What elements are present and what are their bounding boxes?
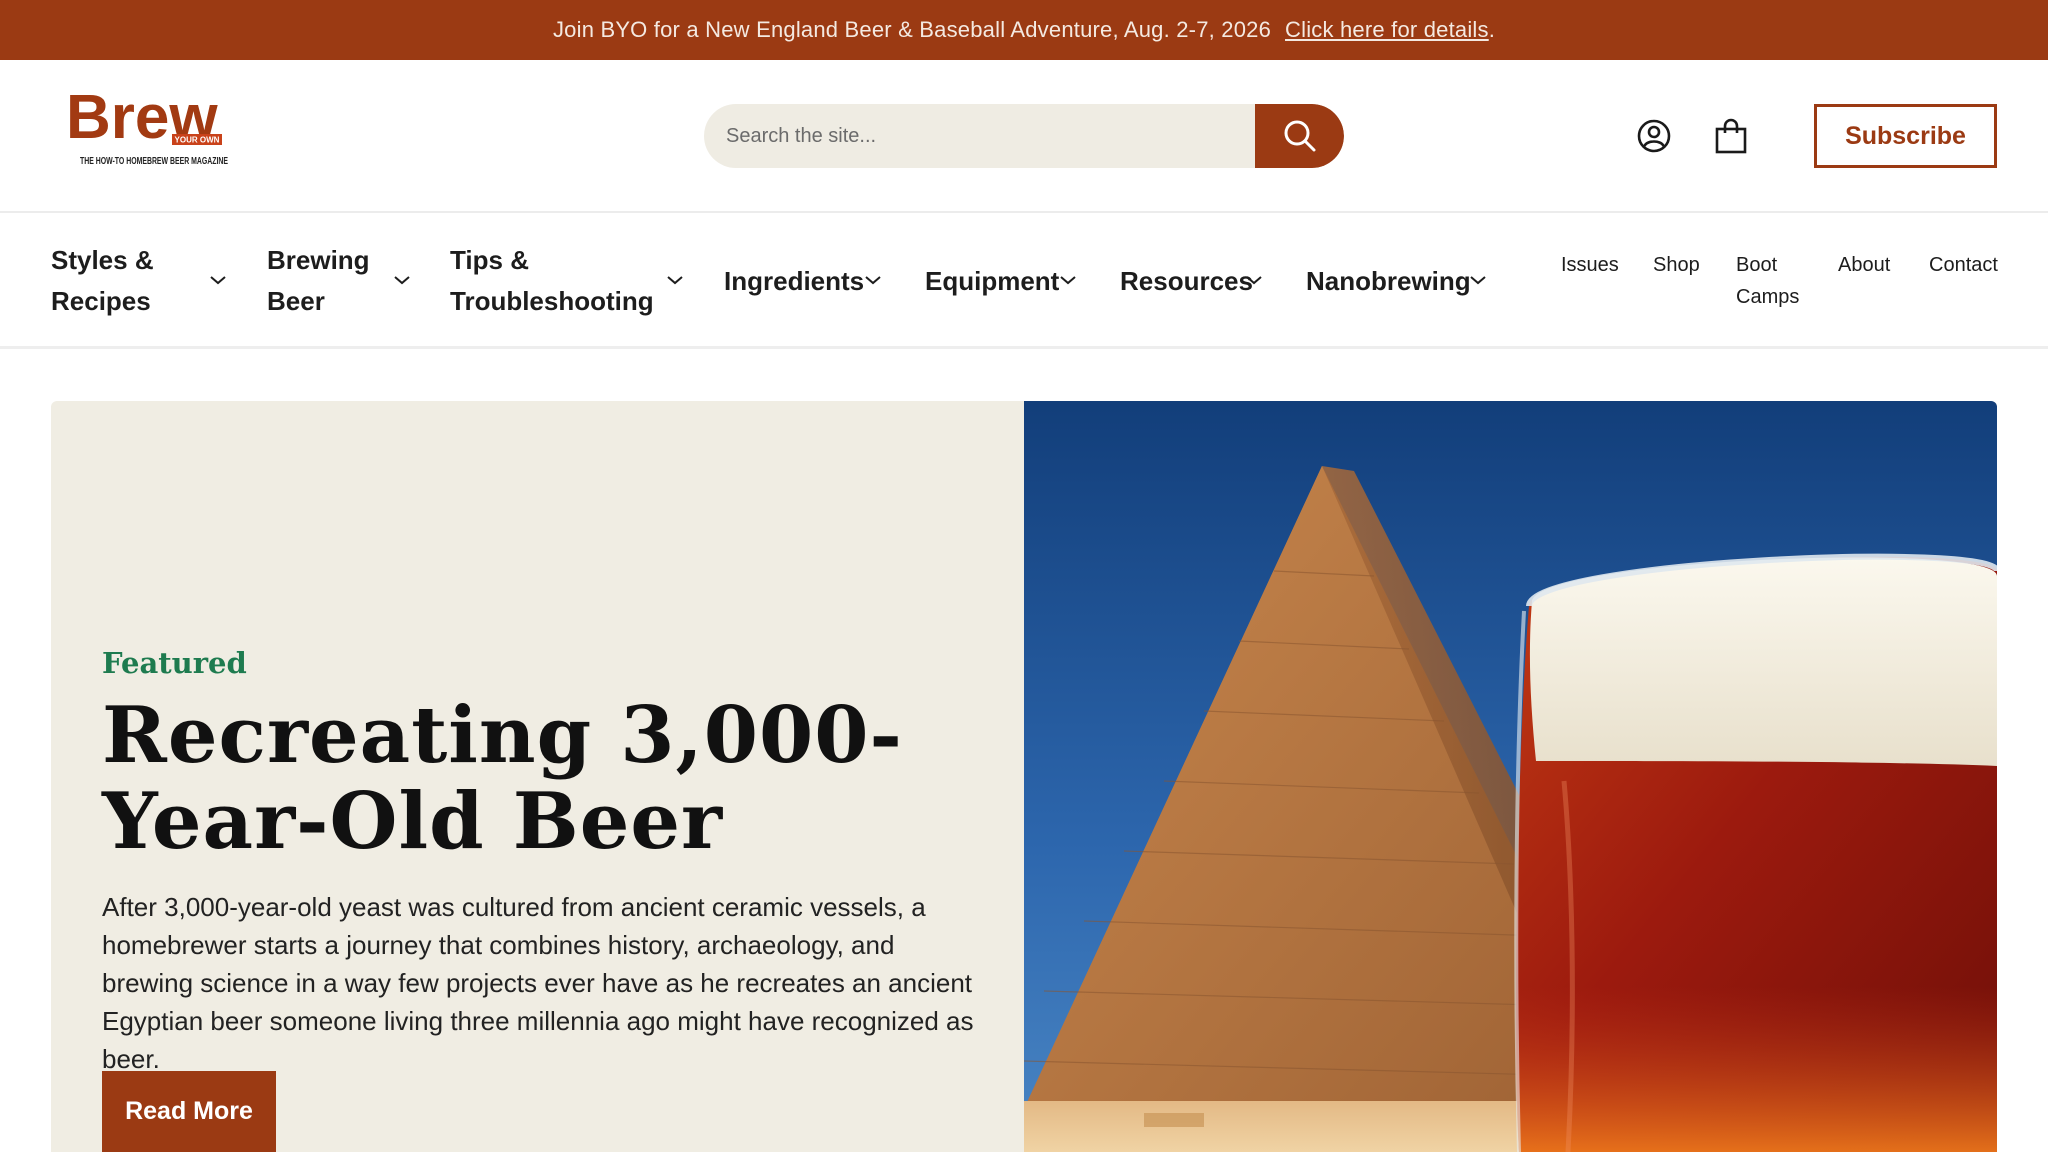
main-nav: Styles & Recipes Brewing Beer Tips & Tro… xyxy=(0,213,2048,349)
nav-sec-label: Camps xyxy=(1736,286,1800,308)
nav-label: Resources xyxy=(1120,265,1253,296)
hero-text-panel: Featured Recreating 3,000-Year-Old Beer … xyxy=(51,401,1024,1152)
chevron-down-icon[interactable] xyxy=(393,271,411,289)
nav-link-shop[interactable]: Shop xyxy=(1653,213,1700,349)
nav-label: Ingredients xyxy=(724,265,865,296)
account-icon xyxy=(1637,119,1671,153)
search-input[interactable] xyxy=(704,104,1255,168)
account-button[interactable] xyxy=(1634,116,1674,156)
nav-link-boot-camps[interactable]: Boot Camps xyxy=(1736,213,1799,349)
nav-item-equipment[interactable]: Equipment xyxy=(925,213,1059,349)
brew-logo-graphic: Brew YOUR OWN THE HOW-TO HOMEBREW BEER M… xyxy=(66,83,228,167)
nav-sec-label: Issues xyxy=(1561,254,1619,276)
nav-item-nanobrewing[interactable]: Nanobrewing xyxy=(1306,213,1471,349)
announcement-text: Join BYO for a New England Beer & Baseba… xyxy=(552,17,1272,42)
cart-bag-icon xyxy=(1715,118,1747,154)
nav-sec-label: Boot xyxy=(1736,254,1778,276)
site-header: Brew YOUR OWN THE HOW-TO HOMEBREW BEER M… xyxy=(0,60,2048,213)
nav-link-issues[interactable]: Issues xyxy=(1561,213,1619,349)
subscribe-button[interactable]: Subscribe xyxy=(1814,104,1997,168)
chevron-down-icon[interactable] xyxy=(1245,271,1263,289)
nav-label: Nanobrewing xyxy=(1306,265,1471,296)
search-icon xyxy=(1284,120,1315,152)
nav-item-ingredients[interactable]: Ingredients xyxy=(724,213,864,349)
chevron-down-icon[interactable] xyxy=(864,271,882,289)
read-more-button[interactable]: Read More xyxy=(102,1071,276,1152)
pyramid-beer-illustration xyxy=(1004,401,1997,1152)
logo-tagline: THE HOW-TO HOMEBREW BEER MAGAZINE xyxy=(80,156,228,167)
nav-label-line: Styles & xyxy=(51,245,154,275)
chevron-down-icon[interactable] xyxy=(1469,271,1487,289)
announcement-bar: Join BYO for a New England Beer & Baseba… xyxy=(0,0,2048,60)
featured-hero: Featured Recreating 3,000-Year-Old Beer … xyxy=(51,401,1997,1152)
chevron-down-icon[interactable] xyxy=(666,271,684,289)
nav-item-styles-recipes[interactable]: Styles & Recipes xyxy=(51,213,154,349)
chevron-down-icon[interactable] xyxy=(209,271,227,289)
nav-sec-label: Shop xyxy=(1653,254,1700,276)
site-logo[interactable]: Brew YOUR OWN THE HOW-TO HOMEBREW BEER M… xyxy=(66,83,241,172)
nav-label-line: Beer xyxy=(267,286,325,316)
search-button[interactable] xyxy=(1255,104,1344,168)
nav-label: Equipment xyxy=(925,265,1060,296)
nav-sec-label: Contact xyxy=(1929,254,1998,276)
announcement-link[interactable]: Click here for details xyxy=(1285,17,1489,43)
hero-image[interactable] xyxy=(1004,401,1997,1152)
nav-link-about[interactable]: About xyxy=(1838,213,1890,349)
nav-label-line: Troubleshooting xyxy=(450,286,654,316)
nav-sec-label: About xyxy=(1838,254,1891,276)
nav-item-brewing-beer[interactable]: Brewing Beer xyxy=(267,213,370,349)
nav-label-line: Recipes xyxy=(51,286,151,316)
hero-title[interactable]: Recreating 3,000-Year-Old Beer xyxy=(102,693,992,865)
featured-eyebrow: Featured xyxy=(102,646,247,680)
cart-button[interactable] xyxy=(1711,116,1751,156)
announcement-suffix: . xyxy=(1488,17,1496,42)
hero-description: After 3,000-year-old yeast was cultured … xyxy=(102,892,974,1074)
nav-item-resources[interactable]: Resources xyxy=(1120,213,1253,349)
nav-label-line: Brewing xyxy=(267,245,370,275)
nav-item-tips-troubleshooting[interactable]: Tips & Troubleshooting xyxy=(450,213,654,349)
logo-badge: YOUR OWN xyxy=(175,136,220,145)
nav-label-line: Tips & xyxy=(450,245,529,275)
search-bar xyxy=(704,104,1344,168)
nav-link-contact[interactable]: Contact xyxy=(1929,213,1998,349)
chevron-down-icon[interactable] xyxy=(1059,271,1077,289)
